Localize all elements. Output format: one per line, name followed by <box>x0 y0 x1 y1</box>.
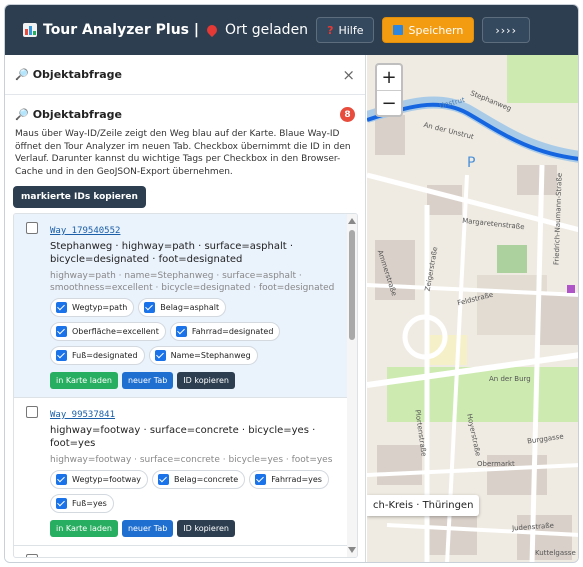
way-tags: highway=footway · surface=concrete · bic… <box>50 455 333 465</box>
street-label: Kuttelgasse <box>535 549 576 557</box>
select-checkbox[interactable] <box>26 222 38 234</box>
chip-label: Fuß=yes <box>72 499 107 508</box>
way-list: Way 179540552 Stephanweg · highway=path … <box>13 213 358 558</box>
help-label: Hilfe <box>338 23 364 37</box>
item-actions: in Karte laden neuer Tab ID kopieren <box>50 372 341 389</box>
map-pin-icon <box>204 22 220 38</box>
more-label: ›››› <box>495 23 517 37</box>
chip-label: Wegtyp=path <box>72 303 128 312</box>
list-item[interactable]: Way 99537841 highway=footway · surface=c… <box>14 398 357 546</box>
chip-label: Belag=asphalt <box>160 303 220 312</box>
bar-chart-icon <box>23 23 37 37</box>
copy-id-button[interactable]: ID kopieren <box>177 520 235 537</box>
count-badge: 8 <box>340 107 355 122</box>
object-query-panel: 🔎 Objektabfrage × 🔎 Objektabfrage 8 Maus… <box>5 55 366 562</box>
map-tiles: P <box>367 55 578 562</box>
list-scrollbar[interactable] <box>347 214 357 557</box>
checkbox-checked-icon <box>154 350 166 361</box>
tag-chip[interactable]: Fahrrad=designated <box>169 322 281 341</box>
location-status: Ort geladen <box>203 22 308 38</box>
help-button[interactable]: ? Hilfe <box>316 17 375 43</box>
way-id-link[interactable]: Way 179540552 <box>50 226 120 236</box>
checkbox-checked-icon <box>56 302 67 313</box>
tag-chips: Wegtyp=footway Belag=concrete Fahrrad=ye… <box>50 470 341 518</box>
tag-chip[interactable]: Wegtyp=footway <box>50 470 149 489</box>
checkbox-checked-icon <box>175 326 187 337</box>
chip-label: Fahrrad=designated <box>191 327 274 336</box>
scroll-down-icon[interactable] <box>348 547 356 553</box>
top-bar: Tour Analyzer Plus | Ort geladen ? Hilfe… <box>5 5 578 55</box>
zoom-control: + − <box>375 63 403 117</box>
tag-chip[interactable]: Fahrrad=yes <box>249 470 329 489</box>
region-label: ch-Kreis · Thüringen <box>367 495 480 516</box>
checkbox-checked-icon <box>56 498 67 509</box>
tag-chip[interactable]: Fuß=designated <box>50 346 145 365</box>
more-button[interactable]: ›››› <box>482 17 530 43</box>
magnifier-icon: 🔎 <box>15 108 29 121</box>
zoom-out-button[interactable]: − <box>377 90 401 115</box>
new-tab-button[interactable]: neuer Tab <box>121 372 174 389</box>
save-label: Speichern <box>408 23 464 37</box>
tag-chip[interactable]: Oberfläche=excellent <box>50 322 166 341</box>
map-view[interactable]: P Unstrut Stephanweg An der Unstrut Marg… <box>367 55 578 562</box>
list-item[interactable]: Way 99537842 <box>14 546 357 557</box>
select-checkbox[interactable] <box>26 554 38 557</box>
panel-description: Maus über Way-ID/Zeile zeigt den Weg bla… <box>15 129 351 177</box>
checkbox-checked-icon <box>56 326 67 337</box>
way-tags: highway=path · name=Stephanweg · surface… <box>50 271 335 293</box>
panel-header: 🔎 Objektabfrage × <box>5 55 365 95</box>
new-tab-button[interactable]: neuer Tab <box>121 520 174 537</box>
tag-chip[interactable]: Fuß=yes <box>50 494 114 513</box>
list-item[interactable]: Way 179540552 Stephanweg · highway=path … <box>14 214 357 398</box>
status-text: Ort geladen <box>225 22 309 38</box>
save-button[interactable]: Speichern <box>382 17 475 43</box>
close-icon[interactable]: × <box>342 66 355 84</box>
chip-label: Fuß=designated <box>72 351 138 360</box>
load-in-map-button[interactable]: in Karte laden <box>50 372 118 389</box>
way-summary: Stephanweg · highway=path · surface=asph… <box>50 241 294 265</box>
item-actions: in Karte laden neuer Tab ID kopieren <box>50 520 341 537</box>
chip-label: Fahrrad=yes <box>271 475 322 484</box>
select-checkbox[interactable] <box>26 406 38 418</box>
street-label: An der Burg <box>489 375 531 383</box>
street-label: Obermarkt <box>477 460 515 468</box>
app-title-text: Tour Analyzer Plus | <box>43 22 199 38</box>
sub-title: Objektabfrage <box>32 108 122 121</box>
copy-id-button[interactable]: ID kopieren <box>177 372 235 389</box>
panel-title: Objektabfrage <box>32 68 122 81</box>
question-icon: ? <box>327 23 334 37</box>
chip-label: Wegtyp=footway <box>72 475 142 484</box>
app-window: Tour Analyzer Plus | Ort geladen ? Hilfe… <box>4 4 579 563</box>
tag-chip[interactable]: Name=Stephanweg <box>148 346 258 365</box>
checkbox-checked-icon <box>144 302 156 313</box>
app-title: Tour Analyzer Plus | <box>23 22 199 38</box>
way-id-link[interactable]: Way 99537841 <box>50 410 115 420</box>
sub-header: 🔎 Objektabfrage 8 <box>5 95 365 122</box>
magnifier-icon: 🔎 <box>15 68 29 81</box>
tag-chip[interactable]: Belag=concrete <box>152 470 246 489</box>
tag-chips: Wegtyp=path Belag=asphalt Oberfläche=exc… <box>50 298 341 370</box>
tag-chip[interactable]: Wegtyp=path <box>50 298 135 317</box>
copy-marked-ids-button[interactable]: markierte IDs kopieren <box>13 186 146 208</box>
svg-text:P: P <box>467 155 475 171</box>
chip-label: Belag=concrete <box>174 475 239 484</box>
checkbox-checked-icon <box>158 474 170 485</box>
tag-chip[interactable]: Belag=asphalt <box>138 298 227 317</box>
chip-label: Oberfläche=excellent <box>72 327 159 336</box>
zoom-in-button[interactable]: + <box>377 65 401 90</box>
load-in-map-button[interactable]: in Karte laden <box>50 520 118 537</box>
scroll-up-icon[interactable] <box>348 218 356 224</box>
scroll-thumb[interactable] <box>349 230 355 340</box>
chip-label: Name=Stephanweg <box>170 351 251 360</box>
checkbox-checked-icon <box>255 474 267 485</box>
checkbox-checked-icon <box>56 350 67 361</box>
checkbox-checked-icon <box>56 474 67 485</box>
floppy-disk-icon <box>393 25 404 35</box>
way-summary: highway=footway · surface=concrete · bic… <box>50 425 316 449</box>
